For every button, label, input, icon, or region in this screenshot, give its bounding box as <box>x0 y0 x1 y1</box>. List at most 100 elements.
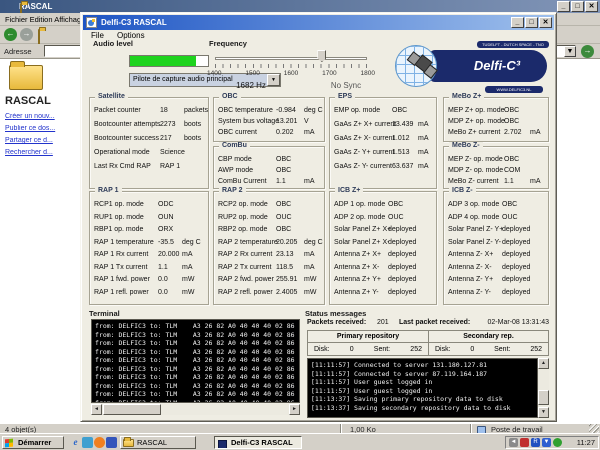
telemetry-row: RAP 1 fwd. power0.0mW <box>90 275 208 288</box>
telemetry-row: Solar Panel Z- Y+deployed <box>444 225 548 238</box>
bg-minimize-button[interactable]: _ <box>557 1 570 12</box>
row-label: RBP2 op. mode <box>218 226 267 233</box>
status-log-vscrollbar[interactable]: ▲ ▼ <box>538 358 549 418</box>
telemetry-row: Antenna Z+ X+deployed <box>330 250 436 263</box>
telemetry-row: MDP Z+ op. modeOBC <box>444 117 548 128</box>
task-button-label: RASCAL <box>137 438 167 447</box>
row-value: deployed <box>502 226 530 233</box>
row-value: 1.1 <box>276 178 286 185</box>
row-value: deployed <box>388 289 416 296</box>
go-icon[interactable]: → <box>581 45 594 58</box>
row-value: OBC <box>502 201 517 208</box>
media-player-icon[interactable] <box>94 437 105 448</box>
task-button-rascal[interactable]: RASCAL <box>120 436 196 449</box>
row-value: ODC <box>158 201 174 208</box>
row-label: OBC current <box>218 129 257 136</box>
task-button-delfi-rascal[interactable]: Delfi-C3 RASCAL <box>214 436 302 449</box>
internet-explorer-icon[interactable]: e <box>70 437 81 448</box>
forward-icon[interactable]: → <box>20 28 33 41</box>
scroll-thumb[interactable] <box>103 404 161 415</box>
row-label: ComBu Current <box>218 178 267 185</box>
row-label: RAP 2 temperature <box>218 239 278 246</box>
folder-icon <box>123 439 134 447</box>
row-value: OBC <box>388 201 403 208</box>
task-button-label: Delfi-C3 RASCAL <box>231 438 293 447</box>
maximize-button[interactable]: □ <box>525 17 538 28</box>
task-link[interactable]: Rechercher d... <box>5 149 78 156</box>
audio-level-label: Audio level <box>93 39 133 48</box>
row-value: 217 <box>160 135 172 142</box>
panel-title: MeBo Z- <box>449 142 483 149</box>
terminal-hscrollbar[interactable]: ◄ ► <box>91 404 300 415</box>
primary-repository: Primary repository Disk: 0 Sent: 252 <box>308 331 428 355</box>
panel-title: MeBo Z+ <box>449 93 484 100</box>
start-button[interactable]: Démarrer <box>2 436 64 449</box>
last-packet-label: Last packet received: <box>399 319 470 326</box>
row-unit: mA <box>530 129 541 136</box>
row-label: ADP 3 op. mode <box>448 201 499 208</box>
folder-icon[interactable] <box>9 65 43 90</box>
minimize-button[interactable]: _ <box>511 17 524 28</box>
row-unit: mW <box>304 276 316 283</box>
bg-close-button[interactable]: ✕ <box>585 1 598 12</box>
network-icon[interactable] <box>553 438 562 447</box>
terminal-line: from: DELFIC3 to: TLM A3 26 82 A0 40 40 … <box>95 365 296 374</box>
scroll-thumb[interactable] <box>538 390 549 405</box>
antivirus-icon[interactable] <box>520 438 529 447</box>
row-label: RAP 2 refl. power <box>218 289 273 296</box>
row-value: OBC <box>276 156 291 163</box>
terminal-line: from: DELFIC3 to: TLM A3 26 82 A0 40 40 … <box>95 322 296 331</box>
address-label: Adresse <box>4 47 32 56</box>
scroll-up-icon[interactable]: ▲ <box>538 358 549 369</box>
log-line: [11:13:37] Saving primary repository dat… <box>311 395 534 404</box>
row-value: 118.5 <box>276 264 293 271</box>
row-label: RCP2 op. mode <box>218 201 268 208</box>
row-label: MEP Z+ op. mode <box>448 107 504 114</box>
row-value: OBC <box>504 118 519 125</box>
windows-logo-icon <box>5 439 13 448</box>
window-titlebar[interactable]: Delfi-C3 RASCAL _ □ ✕ <box>83 15 554 30</box>
terminal-line: from: DELFIC3 to: TLM A3 26 82 A0 40 40 … <box>95 331 296 340</box>
repository-table: Primary repository Disk: 0 Sent: 252 Sec… <box>307 330 549 356</box>
row-label: ADP 2 op. mode <box>334 214 385 221</box>
row-value: deployed <box>388 276 416 283</box>
telemetry-row: RCP2 op. modeOBC <box>214 200 324 213</box>
row-value: 63.637 <box>392 163 413 170</box>
row-value: 1.1 <box>158 264 168 271</box>
scroll-left-icon[interactable]: ◄ <box>91 404 102 415</box>
back-icon[interactable]: ← <box>4 28 17 41</box>
row-value: 20.000 <box>158 251 179 258</box>
row-unit: mA <box>418 163 429 170</box>
volume-icon[interactable]: ◄ <box>509 438 518 447</box>
task-link[interactable]: Publier ce dos... <box>5 125 78 132</box>
log-line: [11:11:57] Connected to server 87.119.16… <box>311 370 534 379</box>
panel-title: EPS <box>335 93 355 100</box>
row-label: RCP1 op. mode <box>94 201 144 208</box>
close-button[interactable]: ✕ <box>539 17 552 28</box>
row-label: Packet counter <box>94 107 141 114</box>
quicklaunch-icon[interactable] <box>82 437 93 448</box>
row-value: 1.1 <box>504 178 514 185</box>
bg-maximize-button[interactable]: □ <box>571 1 584 12</box>
panel-rap1: RAP 1 RCP1 op. modeODCRUP1 op. modeOUNRB… <box>89 191 209 305</box>
task-link[interactable]: Créer un nouv... <box>5 113 78 120</box>
tick-label: 1700 <box>322 70 336 77</box>
telemetry-row: RAP 2 temperature20.205deg C <box>214 238 324 251</box>
messenger-icon[interactable] <box>106 437 117 448</box>
vpn-icon[interactable]: ▼ <box>542 438 551 447</box>
row-label: Solar Panel Z- Y+ <box>448 226 503 233</box>
r-tray-icon[interactable]: R <box>531 438 540 447</box>
scroll-down-icon[interactable]: ▼ <box>538 407 549 418</box>
task-link[interactable]: Partager ce d... <box>5 137 78 144</box>
row-label: GaAs Z+ X- current <box>334 135 395 142</box>
disk-label: Disk: <box>314 343 330 356</box>
scroll-right-icon[interactable]: ► <box>289 404 300 415</box>
row-unit: mA <box>304 264 315 271</box>
row-label: Bootcounter attempts <box>94 121 161 128</box>
telemetry-row: GaAs Z- Y- current63.637mA <box>330 162 436 176</box>
frequency-slider-thumb[interactable] <box>317 50 326 62</box>
frequency-slider-groove[interactable] <box>215 57 367 60</box>
tick-label: 1500 <box>245 70 259 77</box>
row-label: RAP 1 Tx current <box>94 264 147 271</box>
address-dropdown-icon[interactable]: ▼ <box>564 46 576 57</box>
